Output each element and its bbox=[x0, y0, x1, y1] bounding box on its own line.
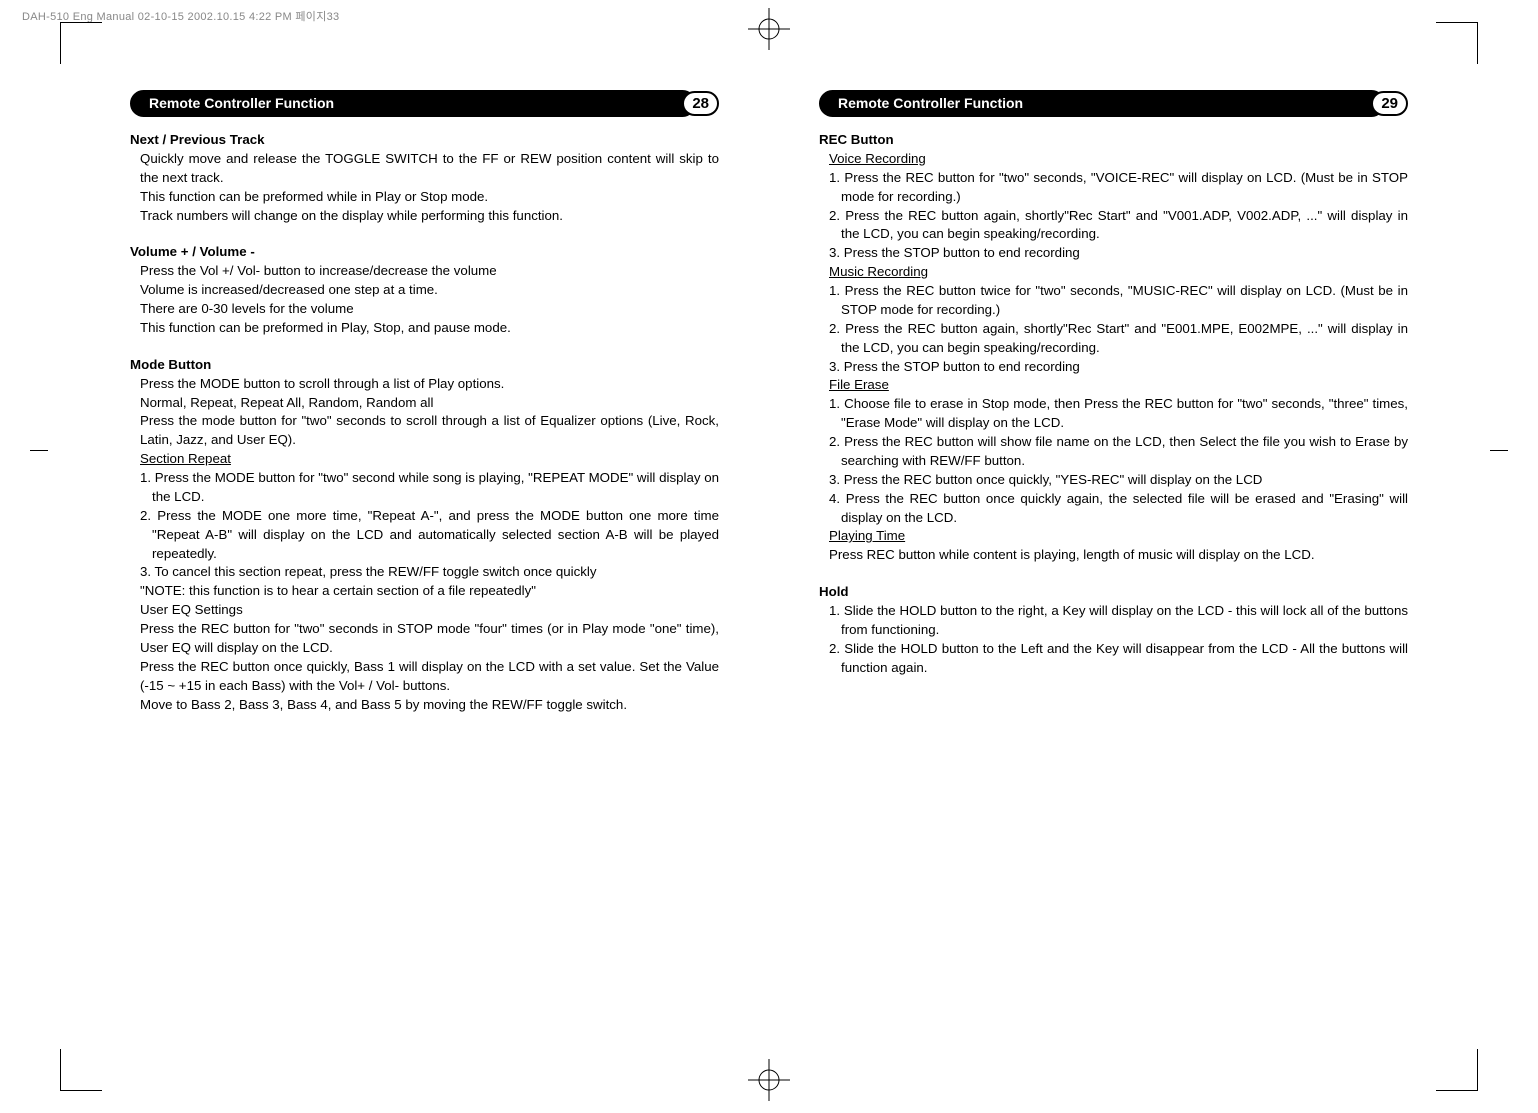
note: "NOTE: this function is to hear a certai… bbox=[130, 582, 719, 601]
list-item: 2. Press the MODE one more time, "Repeat… bbox=[130, 507, 719, 564]
list-item: 3. Press the STOP button to end recordin… bbox=[819, 244, 1408, 263]
heading-rec: REC Button bbox=[819, 131, 1408, 150]
list-item: 2. Press the REC button again, shortly"R… bbox=[819, 207, 1408, 245]
crop-mark-bl bbox=[60, 1049, 102, 1091]
heading-volume: Volume + / Volume - bbox=[130, 243, 719, 262]
list-item: 1. Choose file to erase in Stop mode, th… bbox=[819, 395, 1408, 433]
list-item: 3. Press the STOP button to end recordin… bbox=[819, 358, 1408, 377]
list-item: 1. Slide the HOLD button to the right, a… bbox=[819, 602, 1408, 640]
subheading-user-eq: User EQ Settings bbox=[130, 601, 719, 620]
para: This function can be preformed while in … bbox=[130, 188, 719, 207]
page-right: Remote Controller Function 29 REC Button… bbox=[769, 90, 1438, 714]
list-item: 1. Press the MODE button for "two" secon… bbox=[130, 469, 719, 507]
heading-mode: Mode Button bbox=[130, 356, 719, 375]
para: Press the REC button once quickly, Bass … bbox=[130, 658, 719, 696]
crop-mark-tr bbox=[1436, 22, 1478, 64]
section-header-left: Remote Controller Function bbox=[130, 90, 696, 117]
page-number-left: 28 bbox=[682, 91, 719, 116]
heading-next-prev: Next / Previous Track bbox=[130, 131, 719, 150]
title-bar-right: Remote Controller Function 29 bbox=[819, 90, 1408, 117]
list-item: 1. Press the REC button twice for "two" … bbox=[819, 282, 1408, 320]
para: Quickly move and release the TOGGLE SWIT… bbox=[130, 150, 719, 188]
registration-mark-top bbox=[748, 8, 790, 50]
para: Normal, Repeat, Repeat All, Random, Rand… bbox=[130, 394, 719, 413]
list-item: 2. Press the REC button will show file n… bbox=[819, 433, 1408, 471]
para: Move to Bass 2, Bass 3, Bass 4, and Bass… bbox=[130, 696, 719, 715]
para: Volume is increased/decreased one step a… bbox=[130, 281, 719, 300]
crop-mark-br bbox=[1436, 1049, 1478, 1091]
subheading-music-rec: Music Recording bbox=[819, 263, 1408, 282]
page-number-right: 29 bbox=[1371, 91, 1408, 116]
subheading-voice-rec: Voice Recording bbox=[819, 150, 1408, 169]
list-item: 4. Press the REC button once quickly aga… bbox=[819, 490, 1408, 528]
content-left: Next / Previous Track Quickly move and r… bbox=[130, 131, 719, 714]
content-right: REC Button Voice Recording 1. Press the … bbox=[819, 131, 1408, 678]
page-spread: Remote Controller Function 28 Next / Pre… bbox=[100, 90, 1438, 714]
subheading-section-repeat: Section Repeat bbox=[130, 450, 719, 469]
heading-hold: Hold bbox=[819, 583, 1408, 602]
list-item: 2. Slide the HOLD button to the Left and… bbox=[819, 640, 1408, 678]
page-left: Remote Controller Function 28 Next / Pre… bbox=[100, 90, 769, 714]
subheading-playing-time: Playing Time bbox=[819, 527, 1408, 546]
registration-mark-bottom bbox=[748, 1059, 790, 1101]
list-item: 2. Press the REC button again, shortly"R… bbox=[819, 320, 1408, 358]
para: Press the REC button for "two" seconds i… bbox=[130, 620, 719, 658]
title-bar-left: Remote Controller Function 28 bbox=[130, 90, 719, 117]
subheading-file-erase: File Erase bbox=[819, 376, 1408, 395]
para: Press the mode button for "two" seconds … bbox=[130, 412, 719, 450]
para: Press REC button while content is playin… bbox=[819, 546, 1408, 565]
para: Track numbers will change on the display… bbox=[130, 207, 719, 226]
para: There are 0-30 levels for the volume bbox=[130, 300, 719, 319]
section-header-right: Remote Controller Function bbox=[819, 90, 1385, 117]
para: Press the Vol +/ Vol- button to increase… bbox=[130, 262, 719, 281]
crop-mark-tl bbox=[60, 22, 102, 64]
side-mark-right bbox=[1490, 450, 1508, 451]
side-mark-left bbox=[30, 450, 48, 451]
para: This function can be preformed in Play, … bbox=[130, 319, 719, 338]
list-item: 1. Press the REC button for "two" second… bbox=[819, 169, 1408, 207]
list-item: 3. To cancel this section repeat, press … bbox=[130, 563, 719, 582]
para: Press the MODE button to scroll through … bbox=[130, 375, 719, 394]
list-item: 3. Press the REC button once quickly, "Y… bbox=[819, 471, 1408, 490]
